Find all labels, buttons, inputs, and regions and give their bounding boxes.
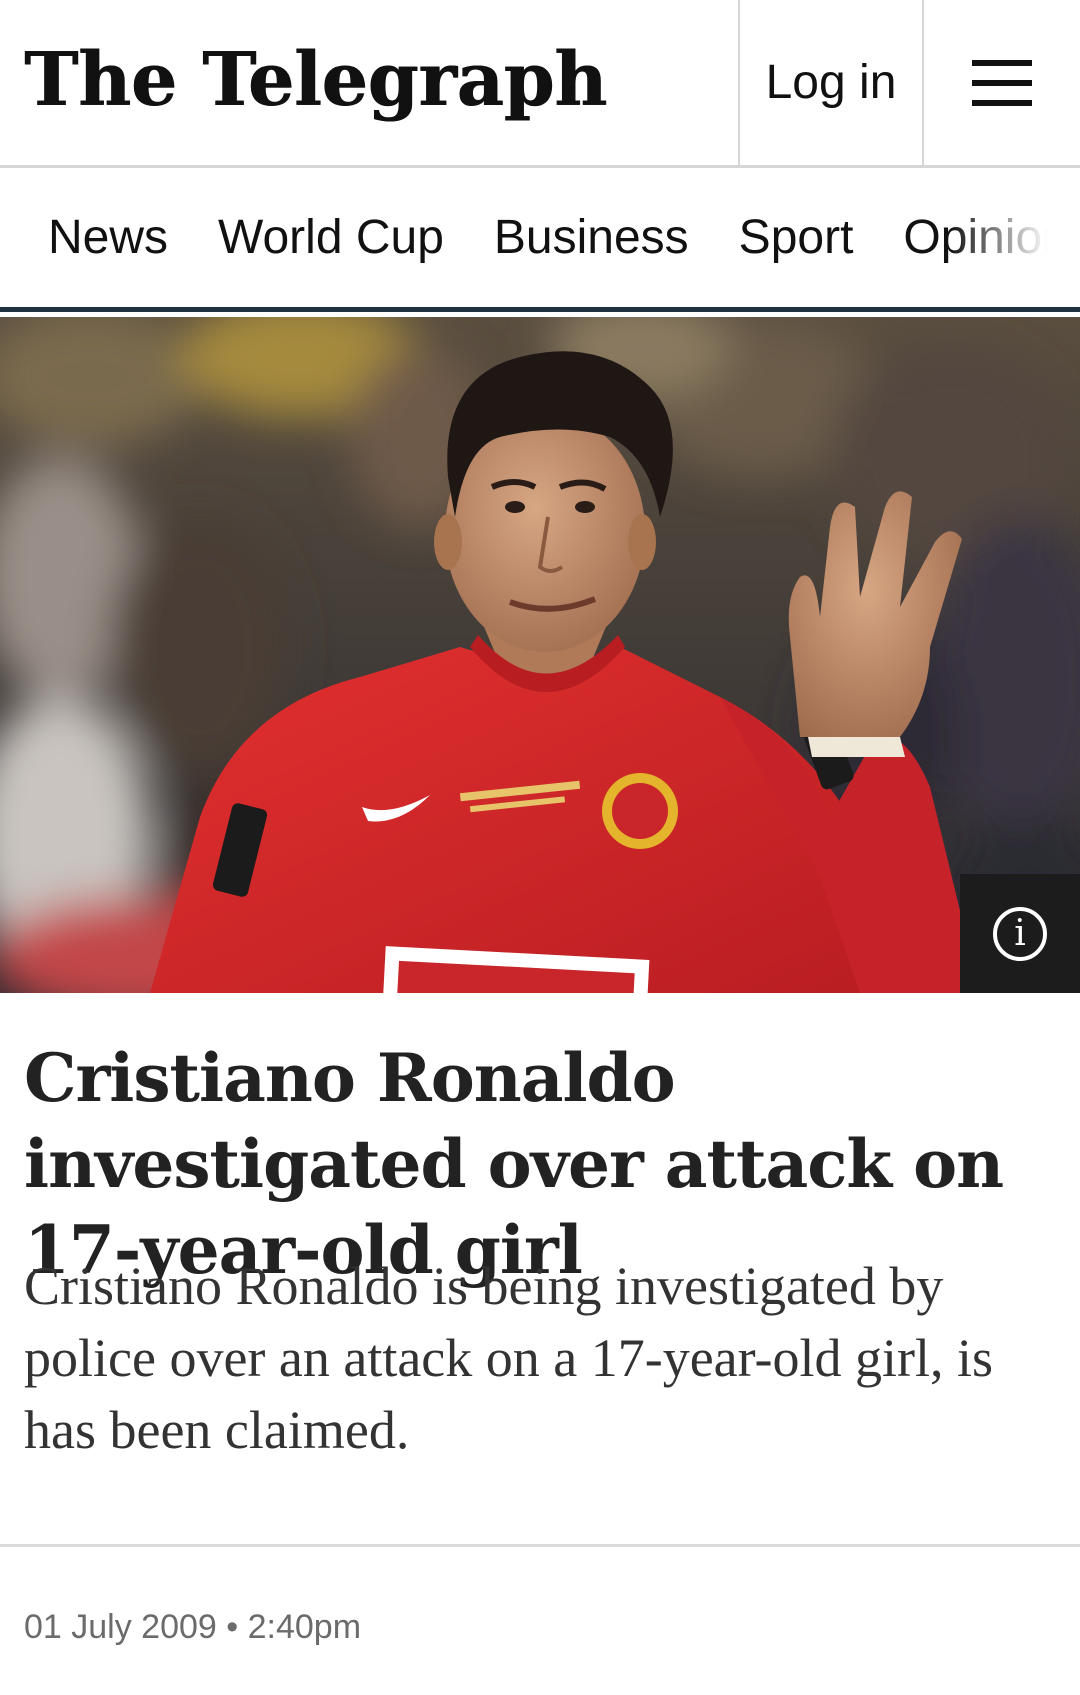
publish-date: 01 July 2009 <box>24 1608 217 1646</box>
article-standfirst: Cristiano Ronaldo is being investigated … <box>24 1256 994 1460</box>
menu-button[interactable] <box>922 0 1080 165</box>
telegraph-logo[interactable]: The Telegraph <box>24 30 607 130</box>
section-nav-list: News World Cup Business Sport Opinion <box>48 168 1080 307</box>
section-nav: News World Cup Business Sport Opinion <box>0 168 1080 312</box>
nav-item-news[interactable]: News <box>48 210 168 265</box>
site-header: The Telegraph Log in <box>0 0 1080 168</box>
nav-scroll-fade <box>950 168 1080 307</box>
login-button[interactable]: Log in <box>738 0 922 165</box>
info-icon: i <box>993 906 1047 961</box>
nav-item-business[interactable]: Business <box>494 210 689 265</box>
hero-image <box>0 317 1080 993</box>
hamburger-menu-icon <box>972 59 1032 106</box>
nav-item-sport[interactable]: Sport <box>739 210 854 265</box>
hero-photo-illustration <box>0 317 1080 993</box>
publish-time: 2:40pm <box>247 1608 362 1646</box>
divider <box>0 1544 1080 1547</box>
timestamp-separator: • <box>226 1608 239 1646</box>
image-info-button[interactable]: i <box>960 874 1080 993</box>
article-timestamp: 01 July 2009 • 2:40pm <box>24 1608 361 1647</box>
nav-item-world-cup[interactable]: World Cup <box>218 210 444 265</box>
